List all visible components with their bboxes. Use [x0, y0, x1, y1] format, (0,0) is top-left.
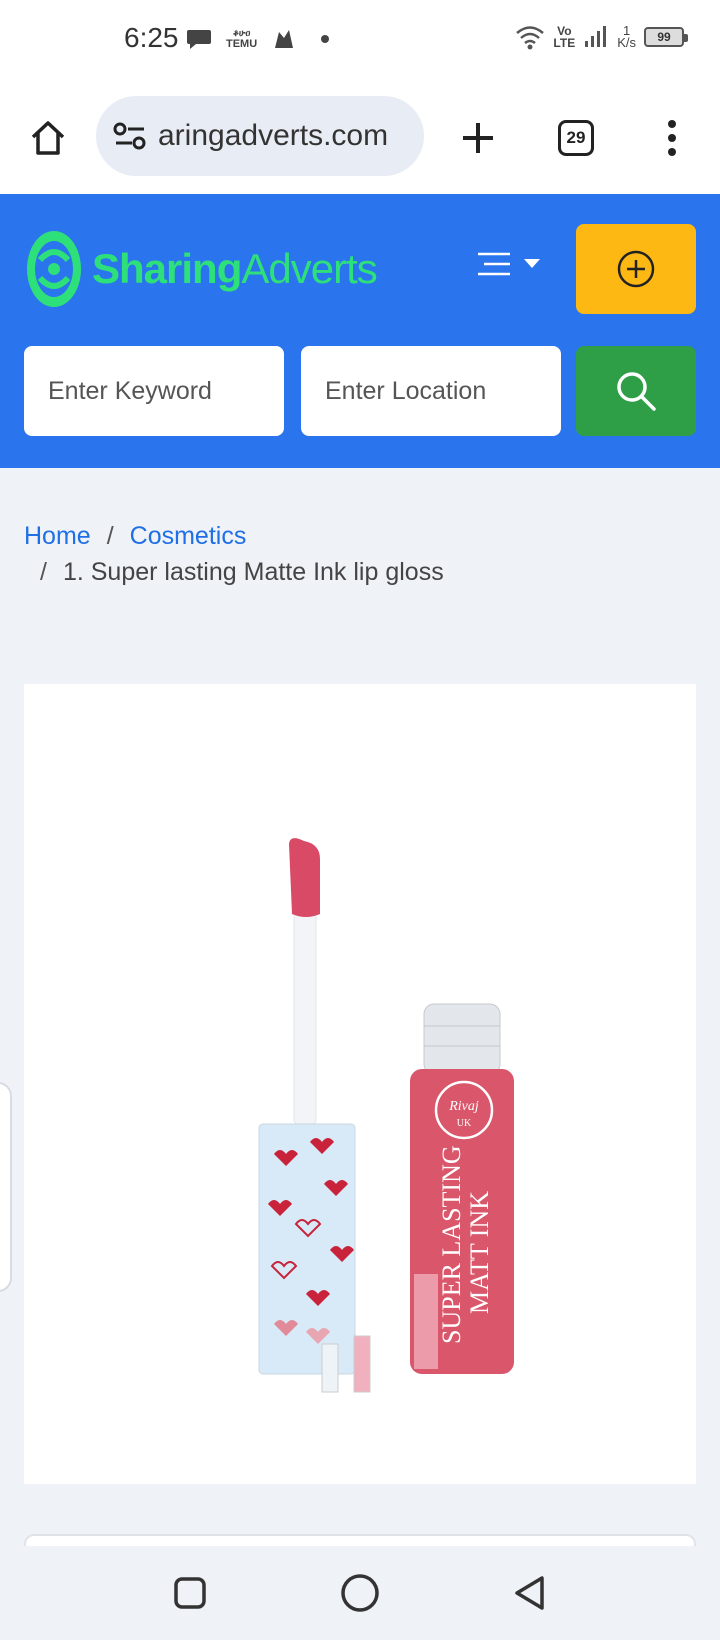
signal-icon — [585, 26, 607, 47]
wifi-icon — [516, 26, 545, 50]
recents-button[interactable] — [165, 1568, 215, 1618]
tube-text-line2: MATT INK — [465, 1191, 494, 1314]
breadcrumb-separator: / — [106, 522, 114, 550]
edge-panel-handle[interactable] — [0, 1082, 12, 1292]
home-button[interactable] — [24, 114, 72, 162]
breadcrumb-home-link[interactable]: Home — [24, 522, 91, 550]
logo-text-adverts: Adverts — [241, 245, 377, 292]
new-tab-button[interactable] — [454, 114, 502, 162]
more-vert-icon — [668, 120, 676, 156]
system-navigation-bar — [0, 1546, 720, 1640]
product-image-card[interactable]: Rivaj UK SUPER LASTING MATT INK — [24, 684, 696, 1484]
volte-indicator: Vo LTE — [553, 24, 576, 50]
notification-icons: ቆሁዐ TEMU — [186, 26, 330, 52]
breadcrumb-category-link[interactable]: Cosmetics — [130, 522, 247, 550]
home-icon — [31, 121, 65, 155]
browser-toolbar: aringadverts.com 29 — [0, 84, 720, 194]
app-notification-icon — [275, 30, 294, 48]
logo-text-sharing: Sharing — [92, 245, 242, 292]
system-icons: Vo LTE 1 K/s 99 — [515, 23, 688, 50]
plus-circle-icon — [617, 250, 655, 288]
breadcrumb-current: 1. Super lasting Matte Ink lip gloss — [62, 558, 444, 586]
keyword-input[interactable] — [24, 346, 284, 436]
menu-lines-icon — [478, 252, 510, 276]
tube-brand-sub: UK — [457, 1118, 472, 1129]
back-triangle-icon — [515, 1576, 544, 1610]
chat-bubble-icon — [187, 30, 211, 49]
home-nav-button[interactable] — [335, 1568, 385, 1618]
more-notifications-dot — [321, 35, 330, 43]
search-icon — [617, 372, 656, 411]
product-image: Rivaj UK SUPER LASTING MATT INK — [258, 838, 514, 1393]
plus-icon — [463, 123, 493, 153]
home-circle-icon — [341, 1574, 379, 1612]
location-input[interactable] — [301, 346, 561, 436]
temu-icon: ቆሁዐ TEMU — [226, 28, 258, 50]
tab-count: 29 — [558, 120, 594, 156]
site-logo[interactable]: SharingAdverts — [26, 230, 378, 308]
back-button[interactable] — [505, 1568, 555, 1618]
caret-down-icon — [524, 259, 540, 268]
lip-gloss-applicator — [258, 838, 371, 1393]
status-time: 6:25 — [124, 22, 179, 53]
battery-indicator: 99 — [644, 27, 688, 47]
tab-switcher-button[interactable]: 29 — [552, 114, 600, 162]
network-speed: 1 K/s — [617, 23, 636, 50]
url-text[interactable]: aringadverts.com — [158, 119, 388, 153]
browser-menu-button[interactable] — [648, 114, 696, 162]
breadcrumb-separator: / — [40, 558, 47, 586]
site-settings-icon[interactable] — [112, 121, 148, 151]
site-header: SharingAdverts — [0, 194, 720, 468]
logo-mark-icon — [27, 231, 81, 307]
status-bar: 6:25 ቆሁዐ TEMU Vo LTE 1 K/s 99 — [0, 0, 720, 84]
search-button[interactable] — [576, 346, 696, 436]
recents-icon — [174, 1577, 206, 1609]
post-ad-button[interactable] — [576, 224, 696, 314]
menu-toggle-button[interactable] — [476, 244, 546, 284]
tube-brand-badge: Rivaj — [448, 1099, 479, 1114]
lip-gloss-tube: Rivaj UK SUPER LASTING MATT INK — [410, 1003, 514, 1374]
breadcrumb: Home / Cosmetics / 1. Super lasting Matte I… — [24, 518, 704, 590]
tube-text-line1: SUPER LASTING — [437, 1145, 466, 1344]
address-bar[interactable]: aringadverts.com — [96, 96, 424, 176]
